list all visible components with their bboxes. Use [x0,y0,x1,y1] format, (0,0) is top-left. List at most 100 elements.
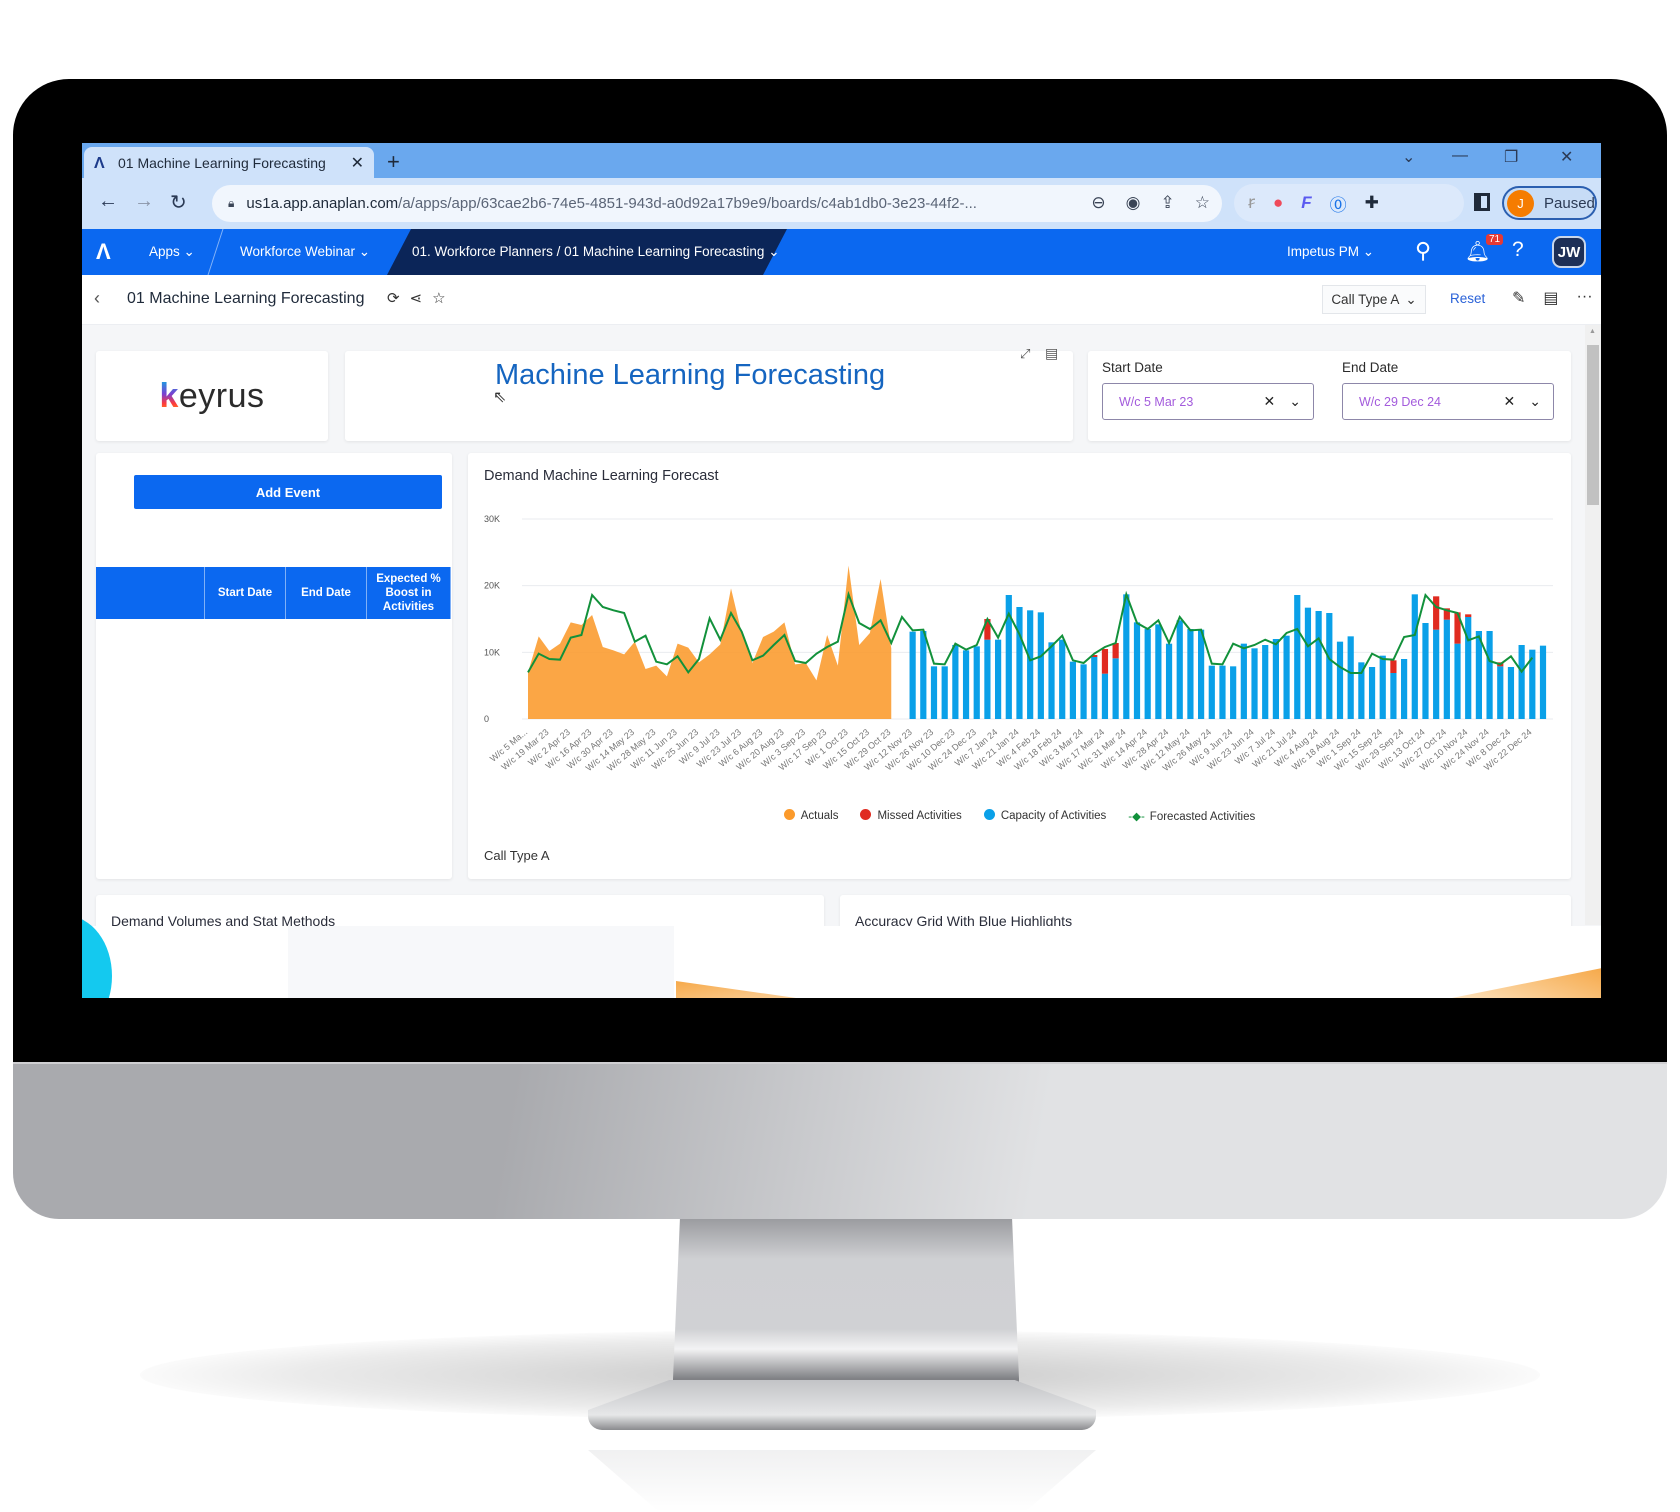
capacity-bar [962,650,970,719]
card-comment-icon[interactable]: ▤ [1045,345,1058,362]
comment-icon[interactable]: ▤ [1543,288,1558,308]
close-tab-icon[interactable]: ✕ [351,153,364,173]
model-menu[interactable]: Impetus PM ⌄ [1287,244,1374,260]
end-date-select[interactable]: W/c 29 Dec 24 ✕ ⌄ [1342,383,1554,420]
capacity-bar [1091,657,1098,719]
extension-icon-red[interactable]: ● [1273,193,1283,213]
column-header-boost[interactable]: Expected % Boost in Activities [367,567,451,619]
capacity-bar [1080,664,1087,719]
lock-icon: 🔒︎ [228,196,235,210]
overlay-orange-left [676,981,796,998]
column-header-name[interactable] [96,567,205,619]
forward-icon[interactable]: → [134,190,154,213]
start-date-select[interactable]: W/c 5 Mar 23 ✕ ⌄ [1102,383,1314,420]
context-selector-value: Call Type A [1331,292,1400,307]
eye-icon[interactable]: ◉ [1126,193,1141,213]
user-avatar[interactable]: JW [1552,236,1586,268]
chevron-down-icon[interactable]: ⌄ [1529,393,1541,410]
legend-missed[interactable]: Missed Activities [860,809,962,823]
capacity-bar [1165,643,1173,719]
scroll-up-arrow[interactable]: ▲ [1589,328,1596,335]
stand-reflection [588,1450,1096,1512]
keyrus-logo-card: keyrus [96,351,328,441]
legend-forecast[interactable]: -◆- Forecasted Activities [1128,809,1255,823]
password-manager-icon[interactable]: ⓪ [1330,191,1347,216]
tab-search-icon[interactable]: ⌄ [1402,147,1415,167]
capacity-bar [930,666,938,719]
sync-icon[interactable]: ⟳ [387,289,400,307]
chart-subtitle: Call Type A [484,848,550,863]
apps-menu[interactable]: Apps ⌄ [149,244,195,260]
column-header-start-date[interactable]: Start Date [205,567,286,619]
capacity-bar [1048,642,1055,719]
expand-icon[interactable]: ⤢ [1020,346,1030,362]
edit-pencil-icon[interactable]: ✎ [1512,288,1525,308]
anaplan-logo[interactable]: Λ [96,239,111,265]
capacity-bar [1497,666,1504,719]
logo-k: k [159,376,179,415]
share-icon[interactable]: ⋖ [410,289,423,307]
capacity-bar [1069,661,1076,719]
overlay-cyan-shape [82,916,112,998]
capacity-bar [1037,612,1044,719]
search-icon[interactable]: ⚲ [1415,238,1431,264]
clear-icon[interactable]: ✕ [1264,393,1276,410]
column-header-end-date[interactable]: End Date [286,567,367,619]
zoom-icon[interactable]: ⊖ [1091,193,1105,213]
profile-button[interactable]: J Paused [1502,186,1597,220]
extension-icon-f[interactable]: F [1301,193,1311,213]
share-icon[interactable]: ⇪ [1161,193,1175,213]
anaplan-favicon: Λ [94,154,105,172]
capacity-bar [1272,639,1279,719]
clear-icon[interactable]: ✕ [1504,393,1516,410]
scrollbar-thumb[interactable] [1587,345,1599,505]
capacity-bar [1144,629,1151,719]
chevron-down-icon[interactable]: ⌄ [1289,393,1301,410]
side-panel-icon[interactable] [1474,193,1490,211]
back-chevron-icon[interactable]: ‹ [94,288,100,309]
capacity-bar [1112,658,1119,719]
reset-button[interactable]: Reset [1450,291,1485,306]
capacity-bar [973,646,980,719]
start-date-label: Start Date [1102,360,1163,375]
new-tab-button[interactable]: + [387,149,400,175]
workspace-menu[interactable]: Workforce Webinar ⌄ [240,244,370,260]
capacity-bar [1262,645,1269,719]
bookmark-star-icon[interactable]: ☆ [1195,193,1210,213]
extension-icon-grey[interactable]: ꞧ [1248,193,1255,213]
capacity-bar [1433,629,1440,719]
forecast-chart-card: Demand Machine Learning Forecast 0 10K 20K… [468,453,1571,879]
app-header: Λ Apps ⌄ Workforce Webinar ⌄ 01. Workfor… [82,229,1601,275]
legend-capacity-swatch [983,809,995,820]
capacity-bar [995,639,1002,719]
restore-button[interactable]: ❐ [1504,147,1518,167]
legend-capacity[interactable]: Capacity of Activities [983,809,1106,823]
context-selector[interactable]: Call Type A ⌄ [1322,285,1426,314]
legend-actuals[interactable]: Actuals [783,809,838,823]
missed-bar [1101,649,1109,674]
monitor-stand-foot [588,1380,1096,1430]
close-window-button[interactable]: ✕ [1560,147,1573,167]
capacity-bar [1155,624,1162,719]
capacity-bar [1251,648,1258,719]
capacity-bar [1294,595,1301,719]
back-icon[interactable]: ← [98,190,118,213]
end-date-value: W/c 29 Dec 24 [1359,394,1441,409]
add-event-button[interactable]: Add Event [134,475,442,509]
capacity-bar [1539,645,1547,719]
browser-tab[interactable]: Λ 01 Machine Learning Forecasting ✕ [84,147,374,178]
profile-avatar: J [1507,189,1534,217]
help-icon[interactable]: ? [1512,238,1524,262]
y-tick-label: 0 [484,714,489,724]
date-filters-card: Start Date W/c 5 Mar 23 ✕ ⌄ End Date W/c … [1088,351,1571,441]
reload-icon[interactable]: ↻ [170,190,187,215]
more-options-icon[interactable]: ··· [1577,288,1593,308]
page-scrollbar[interactable]: ▲ [1585,325,1601,925]
minimize-button[interactable]: — [1452,147,1468,165]
capacity-bar [1443,619,1450,719]
browser-tab-strip: Λ 01 Machine Learning Forecasting ✕ + ⌄ … [82,143,1601,178]
favorite-star-icon[interactable]: ☆ [432,289,445,307]
address-bar[interactable]: 🔒︎ us1a.app.anaplan.com /a/apps/app/63ca… [212,185,1222,222]
page-breadcrumb-menu[interactable]: 01. Workforce Planners / 01 Machine Lear… [412,244,780,260]
extensions-puzzle-icon[interactable]: ✚ [1365,193,1379,213]
